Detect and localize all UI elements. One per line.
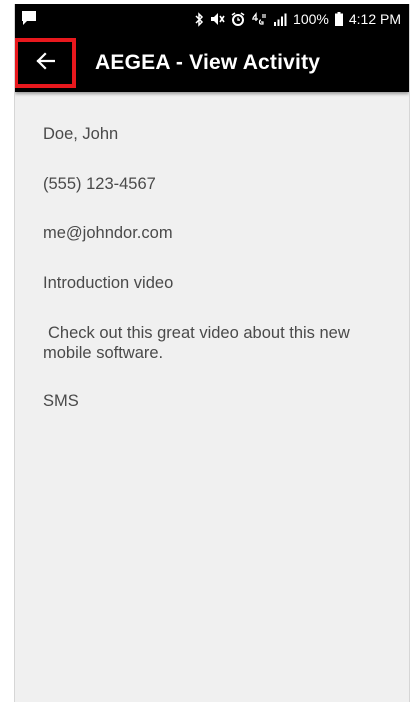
mute-icon (210, 12, 225, 26)
arrow-left-icon (35, 51, 56, 75)
battery-percent: 100% (293, 11, 329, 27)
lte-icon (251, 12, 267, 26)
contact-email: me@johndor.com (43, 224, 173, 242)
back-button[interactable] (15, 38, 76, 88)
activity-title: Introduction video (43, 274, 174, 292)
signal-icon (273, 13, 287, 26)
alarm-icon (231, 12, 245, 26)
battery-icon (334, 12, 343, 26)
clock: 4:12 PM (348, 11, 401, 27)
contact-phone: (555) 123-4567 (43, 175, 156, 193)
phone-screen: 100% 4:12 PM AEGEA - View Activity Doe, … (14, 4, 410, 702)
app-bar: AEGEA - View Activity (15, 34, 409, 92)
page-title: AEGEA - View Activity (95, 51, 321, 74)
activity-description: Check out this great video about this ne… (43, 323, 383, 363)
activity-description-text: Check out this great video about this ne… (43, 324, 350, 362)
activity-type: SMS (43, 392, 79, 410)
message-icon (21, 10, 37, 29)
contact-name: Doe, John (43, 125, 119, 143)
activity-details: Doe, John (555) 123-4567 me@johndor.com … (15, 92, 409, 411)
status-bar: 100% 4:12 PM (15, 4, 409, 34)
bluetooth-icon (194, 11, 204, 27)
